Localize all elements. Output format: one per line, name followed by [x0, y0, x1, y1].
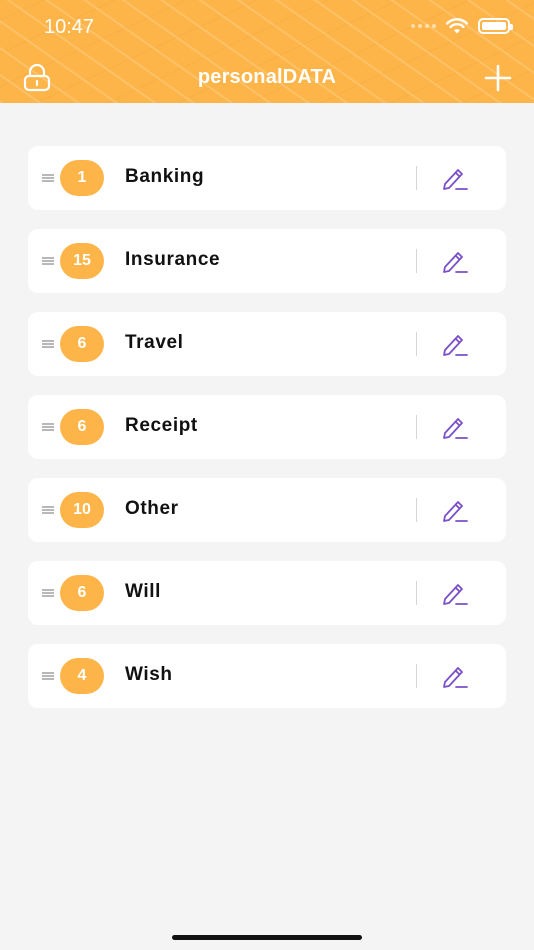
pencil-icon — [443, 667, 468, 688]
edit-button[interactable] — [440, 330, 470, 358]
drag-handle-icon[interactable] — [42, 257, 54, 265]
drag-handle-icon[interactable] — [42, 506, 54, 514]
category-label: Will — [125, 581, 162, 602]
edit-button[interactable] — [440, 496, 470, 524]
drag-handle-icon[interactable] — [42, 589, 54, 597]
edit-button[interactable] — [440, 413, 470, 441]
home-indicator[interactable] — [172, 935, 362, 940]
status-time: 10:47 — [44, 16, 95, 38]
status-indicators — [411, 18, 513, 34]
count-badge: 6 — [60, 326, 104, 362]
edit-button[interactable] — [440, 579, 470, 607]
drag-handle-icon[interactable] — [42, 174, 54, 182]
drag-handle-icon[interactable] — [42, 340, 54, 348]
category-label: Banking — [125, 166, 205, 187]
pencil-icon — [443, 169, 468, 190]
category-row-will[interactable]: 6 Will — [28, 561, 506, 625]
count-badge: 10 — [60, 492, 104, 528]
divider — [416, 415, 417, 439]
pencil-icon — [443, 335, 468, 356]
count-badge: 15 — [60, 243, 104, 279]
category-row-insurance[interactable]: 15 Insurance — [28, 229, 506, 293]
count-badge: 4 — [60, 658, 104, 694]
plus-icon — [484, 64, 512, 92]
edit-button[interactable] — [440, 662, 470, 690]
category-label: Wish — [125, 664, 173, 685]
category-row-banking[interactable]: 1 Banking — [28, 146, 506, 210]
category-list: 1 Banking 15 Insurance 6 Travel 6 Receip… — [28, 146, 506, 727]
wifi-icon — [446, 18, 468, 34]
add-category-button[interactable] — [484, 64, 512, 92]
count-badge: 6 — [60, 575, 104, 611]
page-title: personalDATA — [197, 66, 337, 88]
category-label: Travel — [125, 332, 184, 353]
pencil-icon — [443, 418, 468, 439]
battery-icon — [478, 18, 513, 34]
category-row-receipt[interactable]: 6 Receipt — [28, 395, 506, 459]
divider — [416, 166, 417, 190]
category-row-wish[interactable]: 4 Wish — [28, 644, 506, 708]
divider — [416, 498, 417, 522]
divider — [416, 664, 417, 688]
pencil-icon — [443, 501, 468, 522]
category-label: Insurance — [125, 249, 221, 270]
pencil-icon — [443, 252, 468, 273]
drag-handle-icon[interactable] — [42, 423, 54, 431]
category-row-travel[interactable]: 6 Travel — [28, 312, 506, 376]
drag-handle-icon[interactable] — [42, 672, 54, 680]
count-badge: 6 — [60, 409, 104, 445]
category-label: Receipt — [125, 415, 198, 436]
edit-button[interactable] — [440, 247, 470, 275]
pencil-icon — [443, 584, 468, 605]
category-label: Other — [125, 498, 179, 519]
count-badge: 1 — [60, 160, 104, 196]
divider — [416, 332, 417, 356]
divider — [416, 249, 417, 273]
edit-button[interactable] — [440, 164, 470, 192]
category-row-other[interactable]: 10 Other — [28, 478, 506, 542]
cellular-signal-icon — [411, 24, 436, 28]
divider — [416, 581, 417, 605]
app-header: 10:47 personalDATA — [0, 0, 534, 103]
